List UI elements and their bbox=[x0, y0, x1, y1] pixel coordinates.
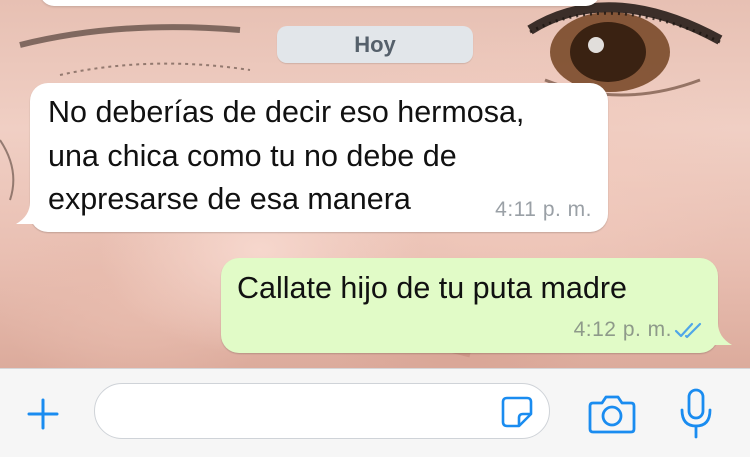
read-receipt-ticks-icon bbox=[674, 322, 702, 339]
sticker-button[interactable] bbox=[499, 394, 535, 430]
message-input-bar bbox=[0, 368, 750, 457]
plus-icon bbox=[27, 398, 59, 430]
sticker-icon bbox=[501, 396, 533, 428]
microphone-icon bbox=[680, 388, 712, 439]
message-input[interactable] bbox=[117, 394, 491, 430]
bubble-tail bbox=[706, 323, 732, 345]
attach-button[interactable] bbox=[20, 391, 66, 437]
incoming-message-bubble[interactable]: No deberías de decir eso hermosa, una ch… bbox=[16, 83, 608, 232]
microphone-button[interactable] bbox=[676, 387, 716, 441]
message-timestamp: 4:11 p. m. bbox=[495, 198, 592, 221]
message-text: Callate hijo de tu puta madre bbox=[237, 271, 627, 305]
outgoing-message-bubble[interactable]: Callate hijo de tu puta madre 4:12 p. m. bbox=[221, 258, 732, 353]
camera-button[interactable] bbox=[587, 393, 637, 435]
camera-icon bbox=[588, 395, 636, 434]
previous-message-edge bbox=[40, 0, 600, 6]
bubble-tail bbox=[16, 202, 42, 224]
message-timestamp: 4:12 p. m. bbox=[573, 318, 672, 341]
date-separator: Hoy bbox=[277, 26, 473, 63]
date-separator-label: Hoy bbox=[354, 31, 396, 57]
message-field[interactable] bbox=[94, 383, 550, 439]
